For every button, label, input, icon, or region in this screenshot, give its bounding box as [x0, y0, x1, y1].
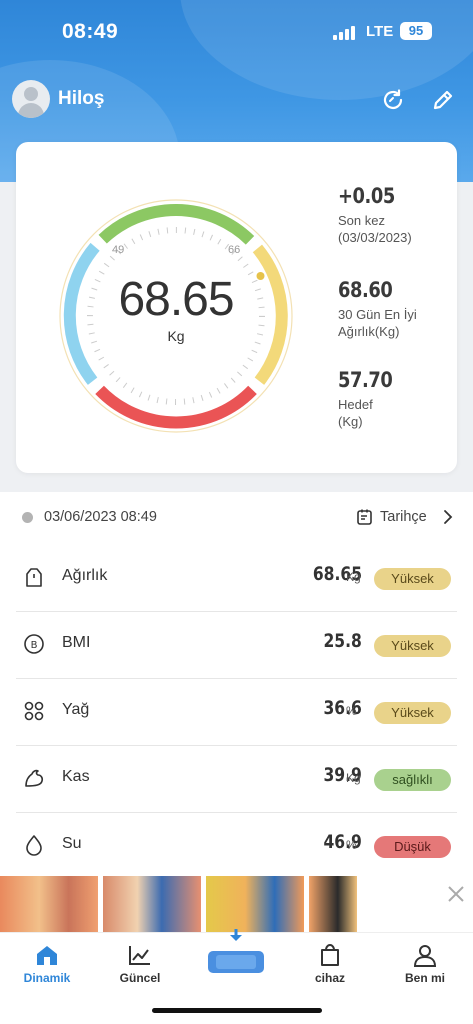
tab-label: Dinamik	[23, 971, 71, 985]
metric-name: Su	[62, 835, 82, 852]
tab-cihaz[interactable]: cihaz	[290, 943, 370, 985]
status-badge: Yüksek	[374, 635, 451, 657]
metric-row-water[interactable]: Su 46.9 % Düşük	[16, 813, 457, 880]
scale-icon	[208, 929, 264, 973]
tab-label: Güncel	[119, 971, 161, 985]
chart-icon	[129, 946, 150, 965]
tab-label: Ben mi	[404, 971, 445, 985]
status-badge: Düşük	[374, 836, 451, 858]
chevron-right-icon	[443, 510, 453, 524]
metric-value: 25.8	[323, 630, 362, 652]
tab-guncel[interactable]: Güncel	[100, 943, 180, 985]
metric-unit: %	[346, 838, 357, 852]
tab-scale[interactable]	[196, 929, 276, 979]
profile-header: Hiloş	[0, 80, 473, 120]
metric-unit: %	[346, 704, 357, 718]
signal-icon	[333, 26, 359, 40]
username[interactable]: Hiloş	[58, 88, 104, 110]
network-type: LTE	[366, 23, 394, 40]
last-change-value: +0.05	[338, 184, 395, 208]
home-indicator	[152, 1008, 322, 1013]
metric-name: BMI	[62, 634, 91, 651]
gauge-high-mark: 66	[228, 244, 241, 256]
target-label: Hedef (Kg)	[338, 397, 373, 429]
measurement-date-row: 03/06/2023 08:49 Tarihçe	[0, 506, 473, 530]
ad-image[interactable]	[206, 876, 304, 932]
status-badge: sağlıklı	[374, 769, 451, 791]
close-ad-icon[interactable]	[446, 884, 466, 904]
clock-icon	[22, 512, 33, 523]
avatar[interactable]	[12, 80, 50, 118]
fat-icon	[24, 701, 44, 721]
tab-dinamik[interactable]: Dinamik	[7, 943, 87, 985]
target-stat: 57.70 Hedef (Kg)	[338, 368, 458, 430]
tab-label: cihaz	[314, 971, 345, 985]
metric-name: Kas	[62, 768, 90, 785]
edit-icon[interactable]	[430, 87, 456, 113]
bmi-icon: B	[24, 634, 44, 654]
water-icon	[26, 835, 42, 856]
refresh-icon[interactable]	[380, 87, 406, 113]
status-badge: Yüksek	[374, 568, 451, 590]
tab-ben-mi[interactable]: Ben mi	[385, 943, 465, 985]
metric-row-muscle[interactable]: Kas 39.9 Kg sağlıklı	[16, 746, 457, 813]
device-bag-icon	[321, 943, 339, 966]
weight-icon	[26, 568, 42, 587]
metric-row-weight[interactable]: Ağırlık 68.65 Kg Yüksek	[16, 545, 457, 612]
history-button[interactable]: Tarihçe	[356, 506, 455, 528]
history-icon	[357, 509, 372, 525]
status-badge: Yüksek	[374, 702, 451, 724]
ad-image[interactable]	[103, 876, 201, 932]
muscle-icon	[25, 769, 44, 787]
ad-image[interactable]	[0, 876, 98, 932]
current-weight: 68.65	[118, 273, 234, 326]
profile-icon	[413, 945, 437, 967]
best-weight-stat: 68.60 30 Gün En İyi Ağırlık(Kg)	[338, 278, 458, 340]
weight-unit: Kg	[167, 328, 185, 344]
best-weight-label: 30 Gün En İyi Ağırlık(Kg)	[338, 307, 417, 339]
last-change-stat: +0.05 Son kez (03/03/2023)	[338, 184, 458, 246]
metric-unit: Kg	[346, 570, 361, 584]
history-label: Tarihçe	[380, 509, 427, 525]
metric-row-fat[interactable]: Yağ 36.6 % Yüksek	[16, 679, 457, 746]
metric-name: Ağırlık	[62, 567, 108, 584]
target-value: 57.70	[338, 368, 393, 392]
home-icon	[37, 946, 57, 965]
best-weight-value: 68.60	[338, 278, 393, 302]
measurement-datetime: 03/06/2023 08:49	[44, 509, 157, 525]
status-bar: 08:49 LTE 95	[0, 18, 473, 48]
metric-unit: Kg	[346, 771, 361, 785]
status-time: 08:49	[62, 20, 119, 43]
ad-banner[interactable]	[0, 876, 473, 932]
weight-card: 49 66 68.65 Kg +0.05 Son kez (03/03/2023…	[16, 142, 457, 473]
ad-image[interactable]	[309, 876, 357, 932]
metric-name: Yağ	[62, 701, 90, 718]
battery-icon: 95	[400, 22, 432, 40]
gauge-low-mark: 49	[112, 244, 125, 256]
last-change-label: Son kez (03/03/2023)	[338, 213, 412, 245]
metric-row-bmi[interactable]: B BMI 25.8 Yüksek	[16, 612, 457, 679]
svg-text:B: B	[31, 640, 38, 651]
